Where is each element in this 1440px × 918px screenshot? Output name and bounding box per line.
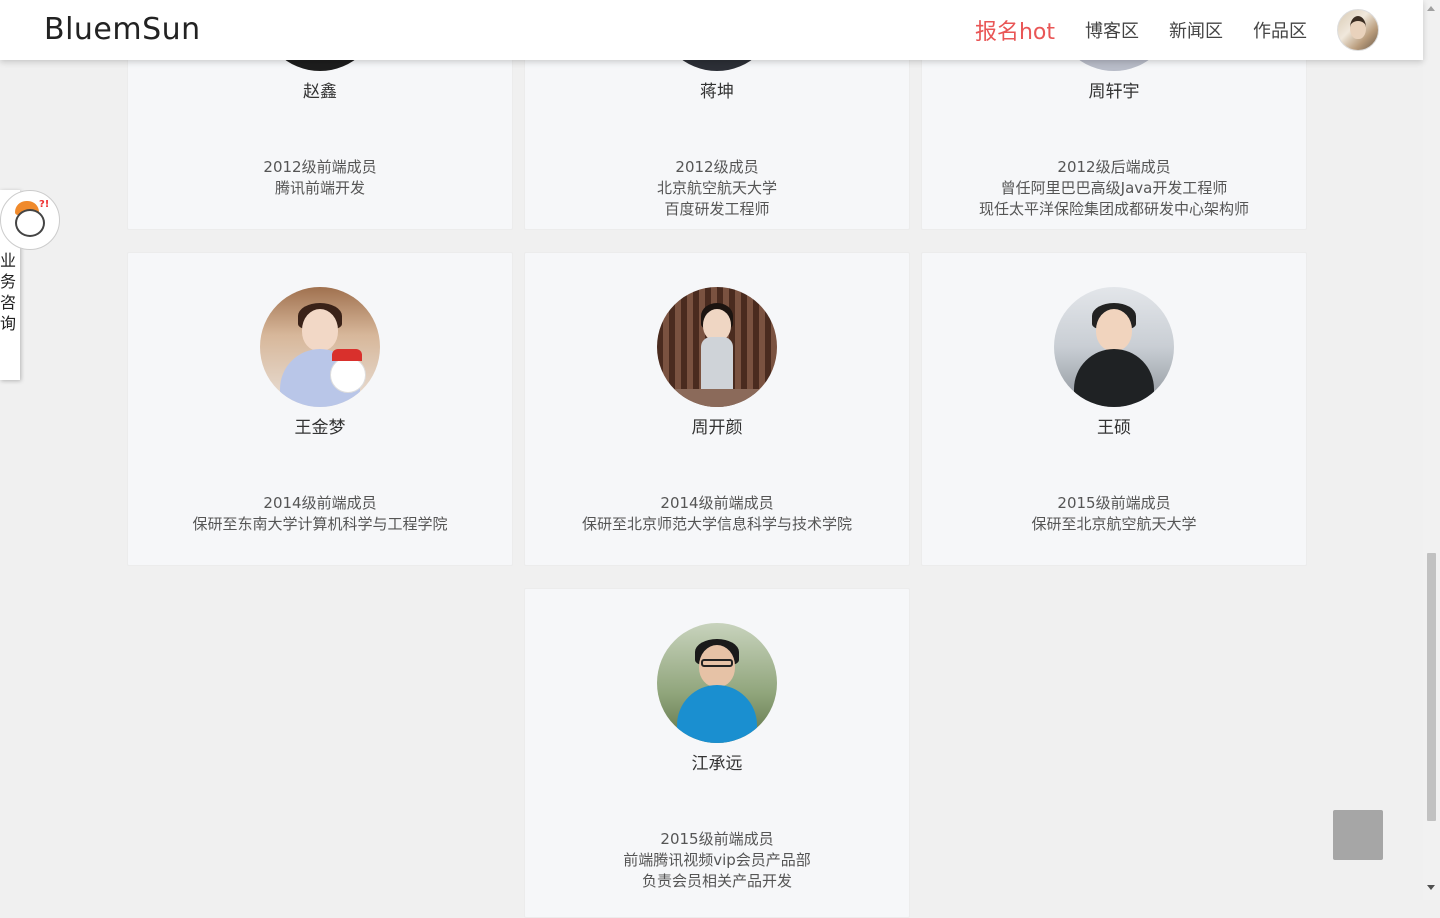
member-name: 王金梦	[294, 418, 346, 438]
member-name: 赵鑫	[303, 82, 337, 102]
scroll-thumb[interactable]	[1427, 553, 1436, 821]
member-avatar	[657, 287, 777, 407]
member-description: 2014级前端成员 保研至东南大学计算机科学与工程学院	[192, 494, 448, 533]
member-avatar	[260, 287, 380, 407]
member-description: 2012级成员 北京航空航天大学 百度研发工程师	[656, 158, 777, 218]
member-avatar	[1054, 287, 1174, 407]
top-navbar: BluemSun 报名hot 博客区 新闻区 作品区	[0, 0, 1423, 60]
brand-logo[interactable]: BluemSun	[44, 12, 201, 47]
member-description: 2015级前端成员 保研至北京航空航天大学	[1031, 494, 1197, 533]
member-avatar	[657, 623, 777, 743]
member-description: 2012级后端成员 曾任阿里巴巴高级Java开发工程师 现任太平洋保险集团成都研…	[978, 158, 1249, 218]
member-description: 2014级前端成员 保研至北京师范大学信息科学与技术学院	[581, 494, 852, 533]
member-description: 2012级前端成员 腾讯前端开发	[263, 158, 377, 197]
main-nav: 报名hot 博客区 新闻区 作品区	[975, 0, 1379, 60]
member-name: 江承远	[691, 754, 743, 774]
member-name: 王硕	[1097, 418, 1131, 438]
consult-label[interactable]: 业 务 咨 询	[0, 250, 20, 334]
consult-mascot-icon[interactable]: ?!	[0, 190, 60, 250]
back-to-top-button[interactable]	[1333, 810, 1383, 860]
member-name: 周开颜	[691, 418, 743, 438]
member-card: 王硕 2015级前端成员 保研至北京航空航天大学	[921, 252, 1307, 566]
member-card: 周开颜 2014级前端成员 保研至北京师范大学信息科学与技术学院	[524, 252, 910, 566]
member-card: 江承远 2015级前端成员 前端腾讯视频vip会员产品部 负责会员相关产品开发	[524, 588, 910, 918]
nav-blog[interactable]: 博客区	[1085, 17, 1139, 43]
page-scrollbar[interactable]	[1423, 0, 1440, 900]
user-avatar[interactable]	[1337, 9, 1379, 51]
member-card: 王金梦 2014级前端成员 保研至东南大学计算机科学与工程学院	[127, 252, 513, 566]
nav-news[interactable]: 新闻区	[1169, 17, 1223, 43]
nav-signup-hot[interactable]: 报名hot	[975, 14, 1055, 46]
member-description: 2015级前端成员 前端腾讯视频vip会员产品部 负责会员相关产品开发	[623, 830, 811, 890]
member-name: 蒋坤	[700, 82, 734, 102]
member-name: 周轩宇	[1088, 82, 1140, 102]
scroll-up-icon[interactable]	[1427, 6, 1435, 11]
nav-works[interactable]: 作品区	[1253, 17, 1307, 43]
scroll-down-icon[interactable]	[1427, 885, 1435, 890]
